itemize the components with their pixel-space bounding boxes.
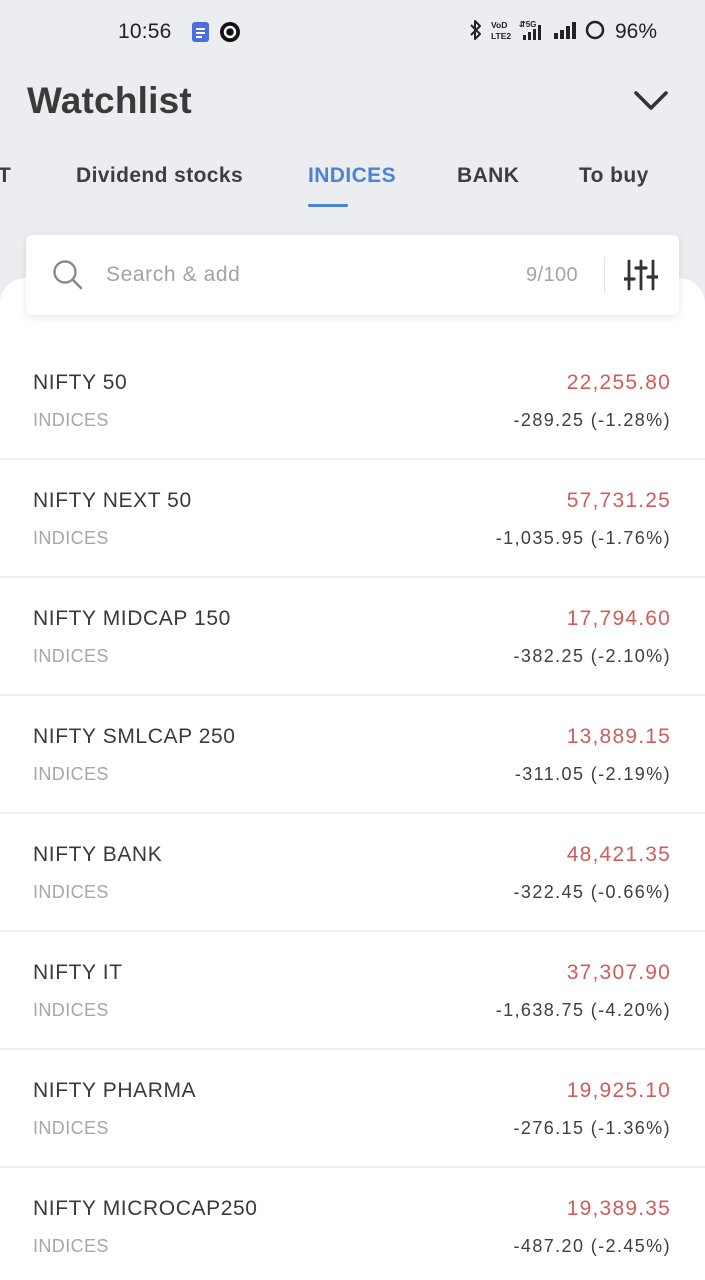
index-change: -311.05 (-2.19%) <box>514 764 671 784</box>
index-change: -1,035.95 (-1.76%) <box>495 528 671 548</box>
watchlist-items: NIFTY 50 INDICES 22,255.80 -289.25 (-1.2… <box>0 342 705 1280</box>
index-name: NIFTY 50 <box>33 371 128 394</box>
list-item[interactable]: NIFTY BANK INDICES 48,421.35 -322.45 (-0… <box>0 814 705 932</box>
signal-icon <box>553 20 577 45</box>
svg-text:LTE2: LTE2 <box>491 31 511 41</box>
5g-signal-icon: ⇵5G <box>519 19 545 46</box>
index-exchange: INDICES <box>33 1236 109 1256</box>
notes-icon <box>191 22 210 42</box>
index-price: 13,889.15 <box>566 725 671 748</box>
status-time: 10:56 <box>118 20 172 43</box>
index-name: NIFTY PHARMA <box>33 1079 197 1102</box>
watchlist-tabs: T Dividend stocks INDICES BANK To buy <box>0 160 705 210</box>
svg-text:⇵5G: ⇵5G <box>519 20 536 29</box>
index-exchange: INDICES <box>33 1118 109 1138</box>
ring-icon <box>220 22 240 42</box>
index-change: -1,638.75 (-4.20%) <box>495 1000 671 1020</box>
status-bar: 10:56 VoD LTE2 ⇵5G 96% <box>0 0 705 64</box>
chevron-down-icon[interactable] <box>632 86 670 116</box>
bluetooth-icon <box>469 19 483 46</box>
index-name: NIFTY MIDCAP 150 <box>33 607 231 630</box>
index-change: -322.45 (-0.66%) <box>513 882 671 902</box>
filter-sliders-icon[interactable] <box>622 258 660 292</box>
list-item[interactable]: NIFTY PHARMA INDICES 19,925.10 -276.15 (… <box>0 1050 705 1168</box>
index-price: 57,731.25 <box>566 489 671 512</box>
index-change: -276.15 (-1.36%) <box>513 1118 671 1138</box>
index-name: NIFTY IT <box>33 961 123 984</box>
list-item[interactable]: NIFTY MIDCAP 150 INDICES 17,794.60 -382.… <box>0 578 705 696</box>
index-exchange: INDICES <box>33 1000 109 1020</box>
volte-icon: VoD LTE2 <box>491 19 511 46</box>
index-price: 19,389.35 <box>566 1197 671 1220</box>
index-price: 19,925.10 <box>566 1079 671 1102</box>
index-exchange: INDICES <box>33 528 109 548</box>
status-indicators: VoD LTE2 ⇵5G 96% <box>469 18 657 46</box>
search-divider <box>604 257 605 293</box>
index-change: -487.20 (-2.45%) <box>513 1236 671 1256</box>
index-name: NIFTY SMLCAP 250 <box>33 725 236 748</box>
tab-t[interactable]: T <box>0 164 11 188</box>
index-exchange: INDICES <box>33 882 109 902</box>
watchlist-count: 9/100 <box>526 264 579 286</box>
tab-to-buy[interactable]: To buy <box>579 164 649 188</box>
index-name: NIFTY MICROCAP250 <box>33 1197 258 1220</box>
index-name: NIFTY BANK <box>33 843 163 866</box>
index-exchange: INDICES <box>33 764 109 784</box>
index-exchange: INDICES <box>33 646 109 666</box>
list-item[interactable]: NIFTY SMLCAP 250 INDICES 13,889.15 -311.… <box>0 696 705 814</box>
list-item[interactable]: NIFTY MICROCAP250 INDICES 19,389.35 -487… <box>0 1168 705 1280</box>
tab-dividend-stocks[interactable]: Dividend stocks <box>76 164 243 188</box>
tab-bank[interactable]: BANK <box>457 164 519 188</box>
svg-text:VoD: VoD <box>491 20 507 30</box>
index-exchange: INDICES <box>33 410 109 430</box>
page-title: Watchlist <box>27 80 192 121</box>
tab-indices[interactable]: INDICES <box>308 164 396 188</box>
index-change: -382.25 (-2.10%) <box>513 646 671 666</box>
list-item[interactable]: NIFTY NEXT 50 INDICES 57,731.25 -1,035.9… <box>0 460 705 578</box>
search-bar: 9/100 <box>26 235 679 315</box>
index-price: 22,255.80 <box>566 371 671 394</box>
index-price: 17,794.60 <box>566 607 671 630</box>
index-price: 48,421.35 <box>566 843 671 866</box>
list-item[interactable]: NIFTY IT INDICES 37,307.90 -1,638.75 (-4… <box>0 932 705 1050</box>
active-tab-indicator <box>308 204 348 207</box>
battery-ring-icon <box>585 20 605 45</box>
index-name: NIFTY NEXT 50 <box>33 489 192 512</box>
index-price: 37,307.90 <box>566 961 671 984</box>
list-item[interactable]: NIFTY 50 INDICES 22,255.80 -289.25 (-1.2… <box>0 342 705 460</box>
index-change: -289.25 (-1.28%) <box>513 410 671 430</box>
battery-level: 96% <box>614 20 657 43</box>
search-input[interactable] <box>106 257 486 293</box>
search-icon[interactable] <box>52 259 84 291</box>
